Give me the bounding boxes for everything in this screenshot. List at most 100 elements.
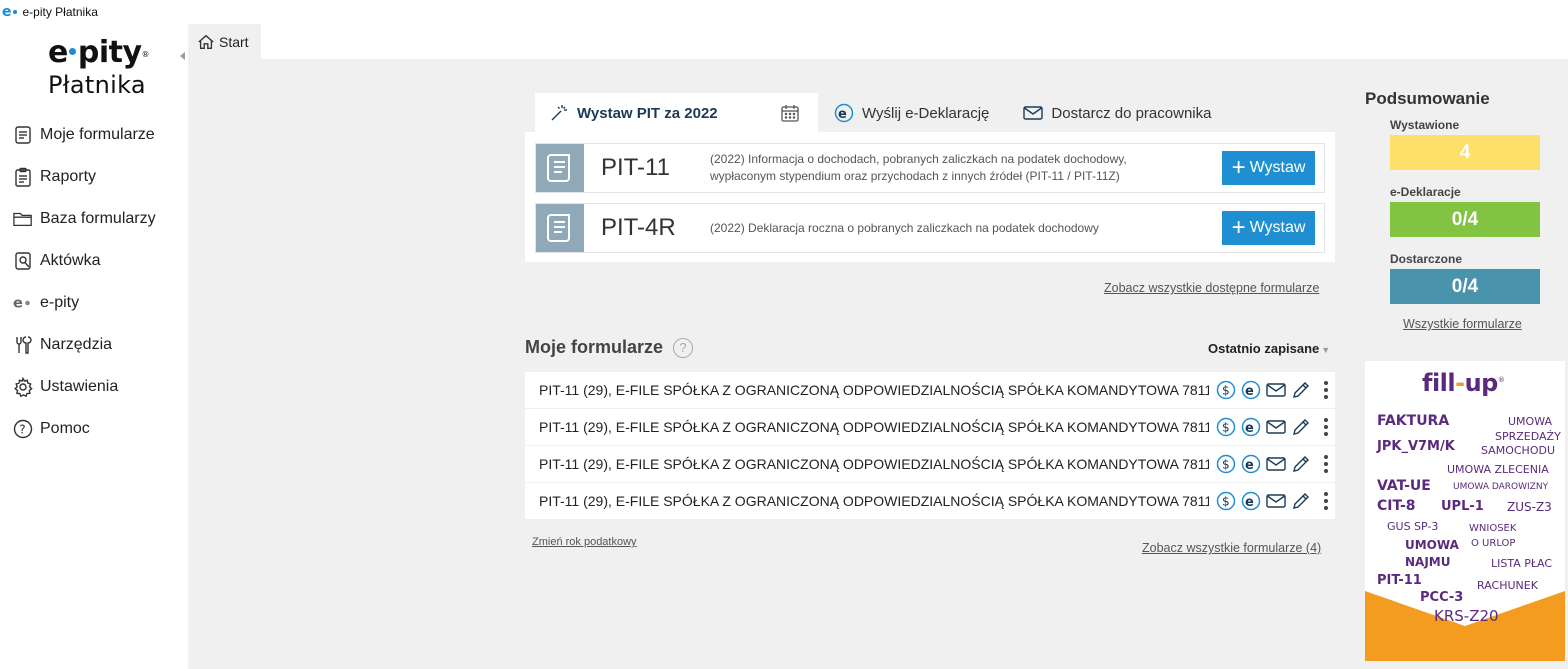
document-icon: [12, 124, 34, 146]
epity-icon: e: [12, 292, 34, 314]
help-icon[interactable]: ?: [673, 337, 694, 358]
sidebar-item-pomoc[interactable]: ? Pomoc: [0, 408, 188, 450]
more-options-icon[interactable]: [1323, 417, 1329, 437]
app-logo: e pity® Płatnika: [48, 35, 150, 100]
tab-dostarcz[interactable]: Dostarcz do pracownika: [1003, 93, 1225, 133]
form-document-icon: [536, 144, 584, 192]
sidebar-item-label: Pomoc: [40, 420, 90, 437]
sidebar-item-label: Narzędzia: [40, 336, 113, 353]
sidebar-item-narzedzia[interactable]: Narzędzia: [0, 324, 188, 366]
gear-icon: [12, 376, 34, 398]
payment-icon[interactable]: $: [1216, 380, 1236, 400]
tab-start-label: Start: [219, 33, 249, 50]
payment-icon[interactable]: $: [1216, 491, 1236, 511]
svg-text:$: $: [1222, 458, 1230, 472]
tab-wyslij-label: Wyślij e-Deklarację: [862, 104, 990, 122]
all-forms-summary-link[interactable]: Wszystkie formularze: [1403, 317, 1565, 331]
magic-wand-icon: [551, 105, 567, 121]
help-icon: ?: [12, 418, 34, 440]
summary-badge-dostarczone[interactable]: 0/4: [1390, 269, 1540, 304]
list-item-text: PIT-11 (29), E-FILE SPÓŁKA Z OGRANICZONĄ…: [539, 382, 1209, 398]
envelope-icon[interactable]: [1266, 380, 1286, 400]
collapse-sidebar-arrow-icon[interactable]: [180, 52, 185, 60]
sidebar-item-raporty[interactable]: Raporty: [0, 156, 188, 198]
sidebar-item-label: Aktówka: [40, 252, 101, 269]
summary-label-dostarczone: Dostarczone: [1390, 252, 1463, 266]
fillup-ad-banner[interactable]: fill-up® FAKTURA UMOWA SPRZEDAŻY SAMOCHO…: [1365, 361, 1565, 661]
svg-text:?: ?: [19, 423, 25, 437]
ad-word: FAKTURA: [1377, 413, 1450, 429]
sidebar-item-label: Baza formularzy: [40, 210, 156, 227]
payment-icon[interactable]: $: [1216, 454, 1236, 474]
calendar-icon[interactable]: [780, 103, 800, 123]
change-tax-year-link[interactable]: Zmień rok podatkowy: [532, 536, 637, 548]
form-row-pit4r: PIT-4R (2022) Deklaracja roczna o pobran…: [535, 203, 1325, 253]
my-forms-list: PIT-11 (29), E-FILE SPÓŁKA Z OGRANICZONĄ…: [525, 372, 1335, 520]
envelope-icon: [1023, 106, 1044, 120]
form-document-icon: [536, 204, 584, 252]
wystaw-pit4r-button[interactable]: + Wystaw: [1222, 211, 1315, 245]
pit-forms-box: PIT-11 (2022) Informacja o dochodach, po…: [525, 132, 1335, 262]
list-item[interactable]: PIT-11 (29), E-FILE SPÓŁKA Z OGRANICZONĄ…: [525, 372, 1335, 408]
edit-pencil-icon[interactable]: [1291, 454, 1311, 474]
edit-pencil-icon[interactable]: [1291, 491, 1311, 511]
tab-bar: Start: [188, 24, 1568, 59]
ad-word: WNIOSEK: [1469, 523, 1517, 534]
sidebar-item-moje-formularze[interactable]: Moje formularze: [0, 114, 188, 156]
svg-text:$: $: [1222, 421, 1230, 435]
edeklaracja-icon[interactable]: e: [1241, 491, 1261, 511]
edeklaracja-icon[interactable]: e: [1241, 454, 1261, 474]
summary-badge-wystawione[interactable]: 4: [1390, 135, 1540, 170]
more-options-icon[interactable]: [1323, 380, 1329, 400]
tab-wystaw-pit[interactable]: Wystaw PIT za 2022: [535, 93, 818, 133]
all-available-forms-link[interactable]: Zobacz wszystkie dostępne formularze: [1104, 281, 1319, 295]
envelope-icon[interactable]: [1266, 417, 1286, 437]
svg-text:e: e: [1245, 384, 1254, 399]
window-titlebar: e e-pity Płatnika: [0, 0, 1568, 24]
list-item[interactable]: PIT-11 (29), E-FILE SPÓŁKA Z OGRANICZONĄ…: [525, 409, 1335, 445]
sidebar-item-epity[interactable]: e e-pity: [0, 282, 188, 324]
payment-icon[interactable]: $: [1216, 417, 1236, 437]
clipboard-icon: [12, 166, 34, 188]
summary-label-wystawione: Wystawione: [1390, 118, 1460, 132]
envelope-icon[interactable]: [1266, 491, 1286, 511]
wystaw-pit11-button[interactable]: + Wystaw: [1222, 151, 1315, 185]
svg-text:e: e: [838, 107, 847, 122]
sidebar-item-label: Raporty: [40, 168, 97, 185]
fillup-logo: fill-up®: [1422, 369, 1505, 397]
more-options-icon[interactable]: [1323, 454, 1329, 474]
tab-wyslij-edeklaracje[interactable]: e Wyślij e-Deklarację: [818, 93, 1003, 133]
ad-word: VAT-UE: [1377, 478, 1431, 494]
sidebar-item-baza-formularzy[interactable]: Baza formularzy: [0, 198, 188, 240]
svg-text:e: e: [1245, 458, 1254, 473]
ad-word: ZUS-Z3: [1507, 500, 1552, 514]
sidebar-item-ustawienia[interactable]: Ustawienia: [0, 366, 188, 408]
all-forms-link[interactable]: Zobacz wszystkie formularze (4): [1142, 541, 1321, 555]
tab-start[interactable]: Start: [188, 24, 261, 59]
my-forms-title: Moje formularze ?: [525, 337, 694, 358]
ad-word: JPK_V7M/K: [1377, 439, 1455, 454]
more-options-icon[interactable]: [1323, 491, 1329, 511]
summary-label-edeklaracje: e-Deklaracje: [1390, 185, 1461, 199]
edit-pencil-icon[interactable]: [1291, 417, 1311, 437]
envelope-icon[interactable]: [1266, 454, 1286, 474]
home-icon: [198, 34, 214, 49]
list-item[interactable]: PIT-11 (29), E-FILE SPÓŁKA Z OGRANICZONĄ…: [525, 483, 1335, 519]
plus-icon: +: [1231, 214, 1246, 241]
window-title: e-pity Płatnika: [22, 5, 98, 19]
edeklaracja-icon[interactable]: e: [1241, 380, 1261, 400]
form-code: PIT-11: [601, 154, 670, 181]
sort-dropdown[interactable]: Ostatnio zapisane ▼: [1208, 341, 1330, 356]
ad-word: O URLOP: [1471, 538, 1516, 549]
svg-text:e: e: [1245, 495, 1254, 510]
list-item[interactable]: PIT-11 (29), E-FILE SPÓŁKA Z OGRANICZONĄ…: [525, 446, 1335, 482]
form-description: (2022) Informacja o dochodach, pobranych…: [710, 152, 1127, 183]
ad-word: KRS-Z20: [1434, 607, 1499, 625]
sidebar-item-aktowka[interactable]: Aktówka: [0, 240, 188, 282]
edit-pencil-icon[interactable]: [1291, 380, 1311, 400]
my-forms-title-text: Moje formularze: [525, 337, 664, 357]
summary-badge-edeklaracje[interactable]: 0/4: [1390, 202, 1540, 237]
edeklaracja-icon[interactable]: e: [1241, 417, 1261, 437]
form-code: PIT-4R: [601, 214, 676, 241]
svg-text:$: $: [1222, 384, 1230, 398]
